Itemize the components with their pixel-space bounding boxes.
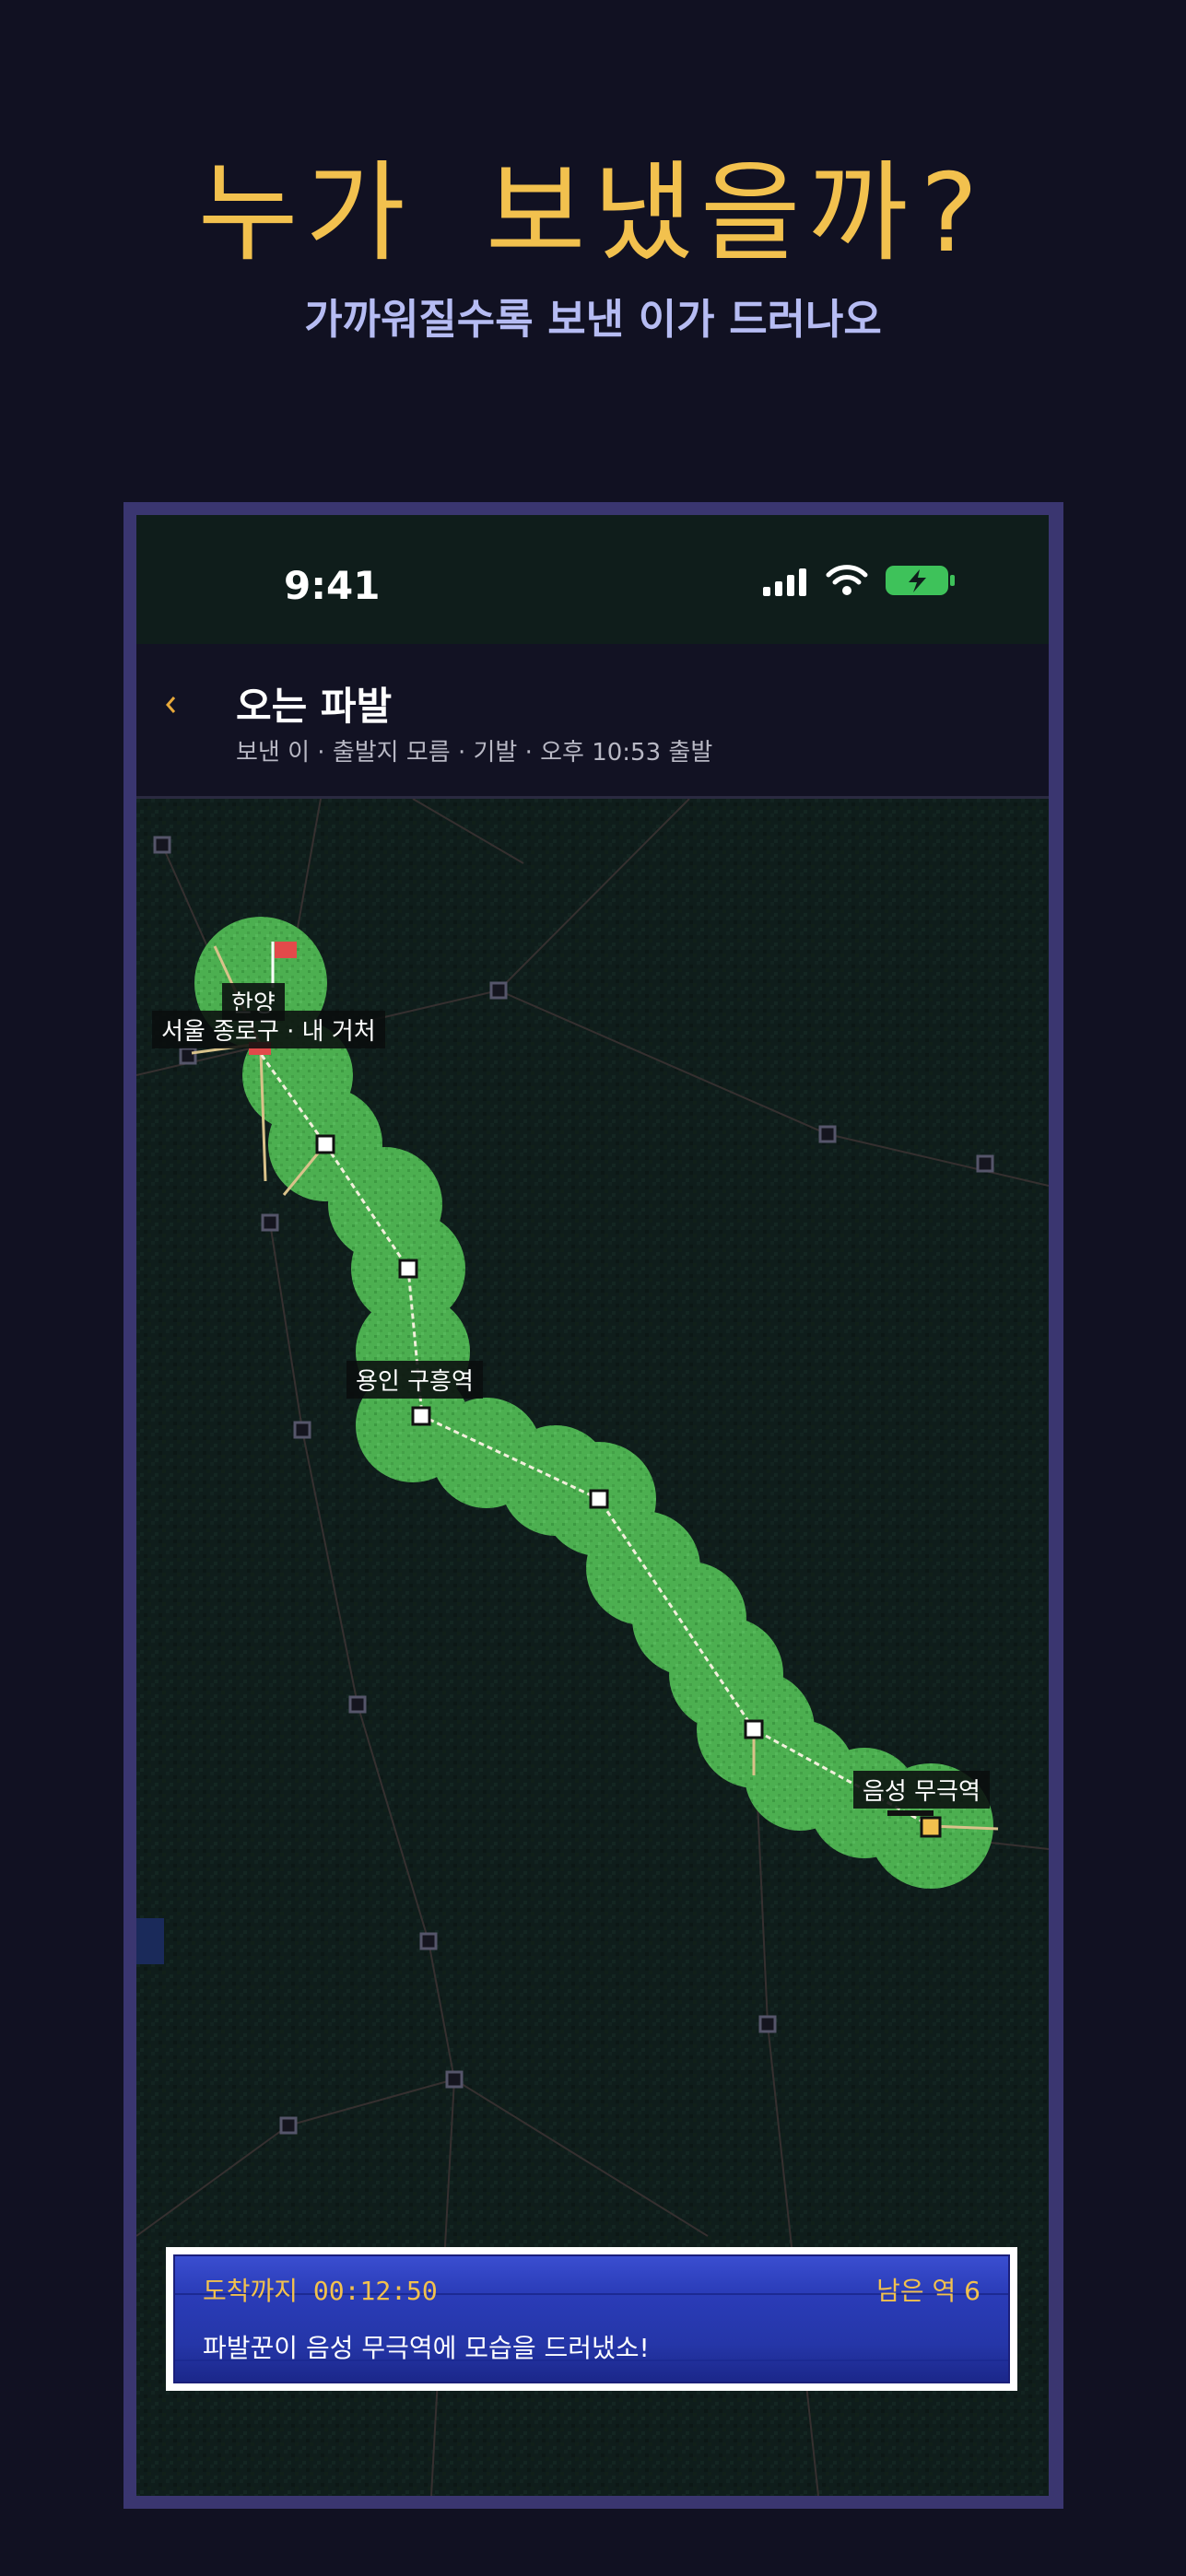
page-subtitle: 보낸 이 · 출발지 모름 · 기발 · 오후 10:53 출발 <box>236 739 713 767</box>
remaining-stations: 남은 역 6 <box>876 2276 981 2306</box>
back-button[interactable] <box>164 690 177 722</box>
subheadline: 가까워질수록 보낸 이가 드러나오 <box>304 295 882 344</box>
map-label-mid-station: 용인 구흥역 <box>346 1361 483 1399</box>
status-time: 9:41 <box>284 563 381 608</box>
route-map[interactable]: 한양 서울 종로구 · 내 거처 용인 구흥역 음성 무극역 <box>136 798 1049 2496</box>
chevron-left-icon <box>166 697 176 713</box>
wifi-icon <box>826 565 868 595</box>
status-dialog-panel: 도착까지 00:12:50 남은 역 6 파발꾼이 음성 무극역에 모습을 드러… <box>173 2254 1010 2383</box>
eta-countdown: 도착까지 00:12:50 <box>203 2276 438 2306</box>
headline: 누가 보냈을까? <box>197 149 989 276</box>
navigation-bar: 오는 파발 보낸 이 · 출발지 모름 · 기발 · 오후 10:53 출발 <box>136 644 1049 799</box>
map-canvas[interactable] <box>136 798 1049 2496</box>
status-dialog: 도착까지 00:12:50 남은 역 6 파발꾼이 음성 무극역에 모습을 드러… <box>166 2247 1017 2391</box>
dialog-message: 파발꾼이 음성 무극역에 모습을 드러냈소! <box>203 2333 650 2363</box>
map-label-my-location: 서울 종로구 · 내 거처 <box>152 1011 385 1048</box>
battery-charging-icon <box>886 566 955 595</box>
page-title: 오는 파발 <box>236 684 393 729</box>
map-label-current-station: 음성 무극역 <box>853 1771 990 1809</box>
cellular-signal-icon <box>763 568 806 596</box>
phone-screen: 9:41 오는 파발 보낸 이 · 출발지 모름 · 기발 · 오후 10:53… <box>136 515 1049 2496</box>
status-bar: 9:41 <box>136 515 1049 644</box>
